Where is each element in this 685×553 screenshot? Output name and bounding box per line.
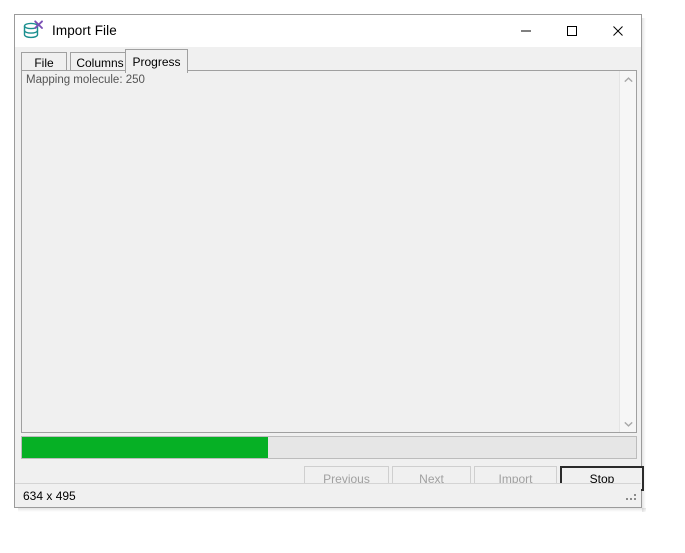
progress-log-area[interactable]: Mapping molecule: 250 [21, 70, 637, 433]
window-shadow-bottom [18, 508, 646, 512]
scroll-up-button[interactable] [620, 71, 636, 88]
desktop-background: Import File File Columns Progress Mappin… [0, 0, 685, 553]
tab-columns-label: Columns [76, 56, 124, 70]
close-icon [612, 25, 624, 37]
import-file-window: Import File File Columns Progress Mappin… [14, 14, 644, 508]
status-bar: 634 x 495 [15, 483, 641, 507]
minimize-button[interactable] [503, 15, 549, 46]
chevron-down-icon [623, 421, 633, 427]
tab-file-label: File [34, 56, 54, 70]
log-vertical-scrollbar[interactable] [619, 71, 636, 432]
progress-bar-fill [22, 437, 268, 458]
tab-strip: File Columns Progress [15, 47, 641, 73]
minimize-icon [520, 25, 532, 37]
maximize-button[interactable] [549, 15, 595, 46]
tab-progress[interactable]: Progress [125, 49, 188, 73]
window-size-text: 634 x 495 [23, 489, 76, 503]
progress-log-text: Mapping molecule: 250 [26, 74, 145, 86]
scroll-down-button[interactable] [620, 415, 636, 432]
database-x-icon [22, 20, 44, 42]
resize-grip-icon[interactable] [625, 491, 638, 504]
progress-bar [21, 436, 637, 459]
window-shadow-right [642, 18, 646, 512]
close-button[interactable] [595, 15, 641, 46]
window-title: Import File [52, 23, 117, 39]
chevron-up-icon [623, 76, 633, 83]
window-controls [503, 15, 641, 47]
title-bar[interactable]: Import File [15, 15, 641, 47]
maximize-icon [566, 25, 578, 37]
tab-progress-label: Progress [132, 54, 181, 69]
